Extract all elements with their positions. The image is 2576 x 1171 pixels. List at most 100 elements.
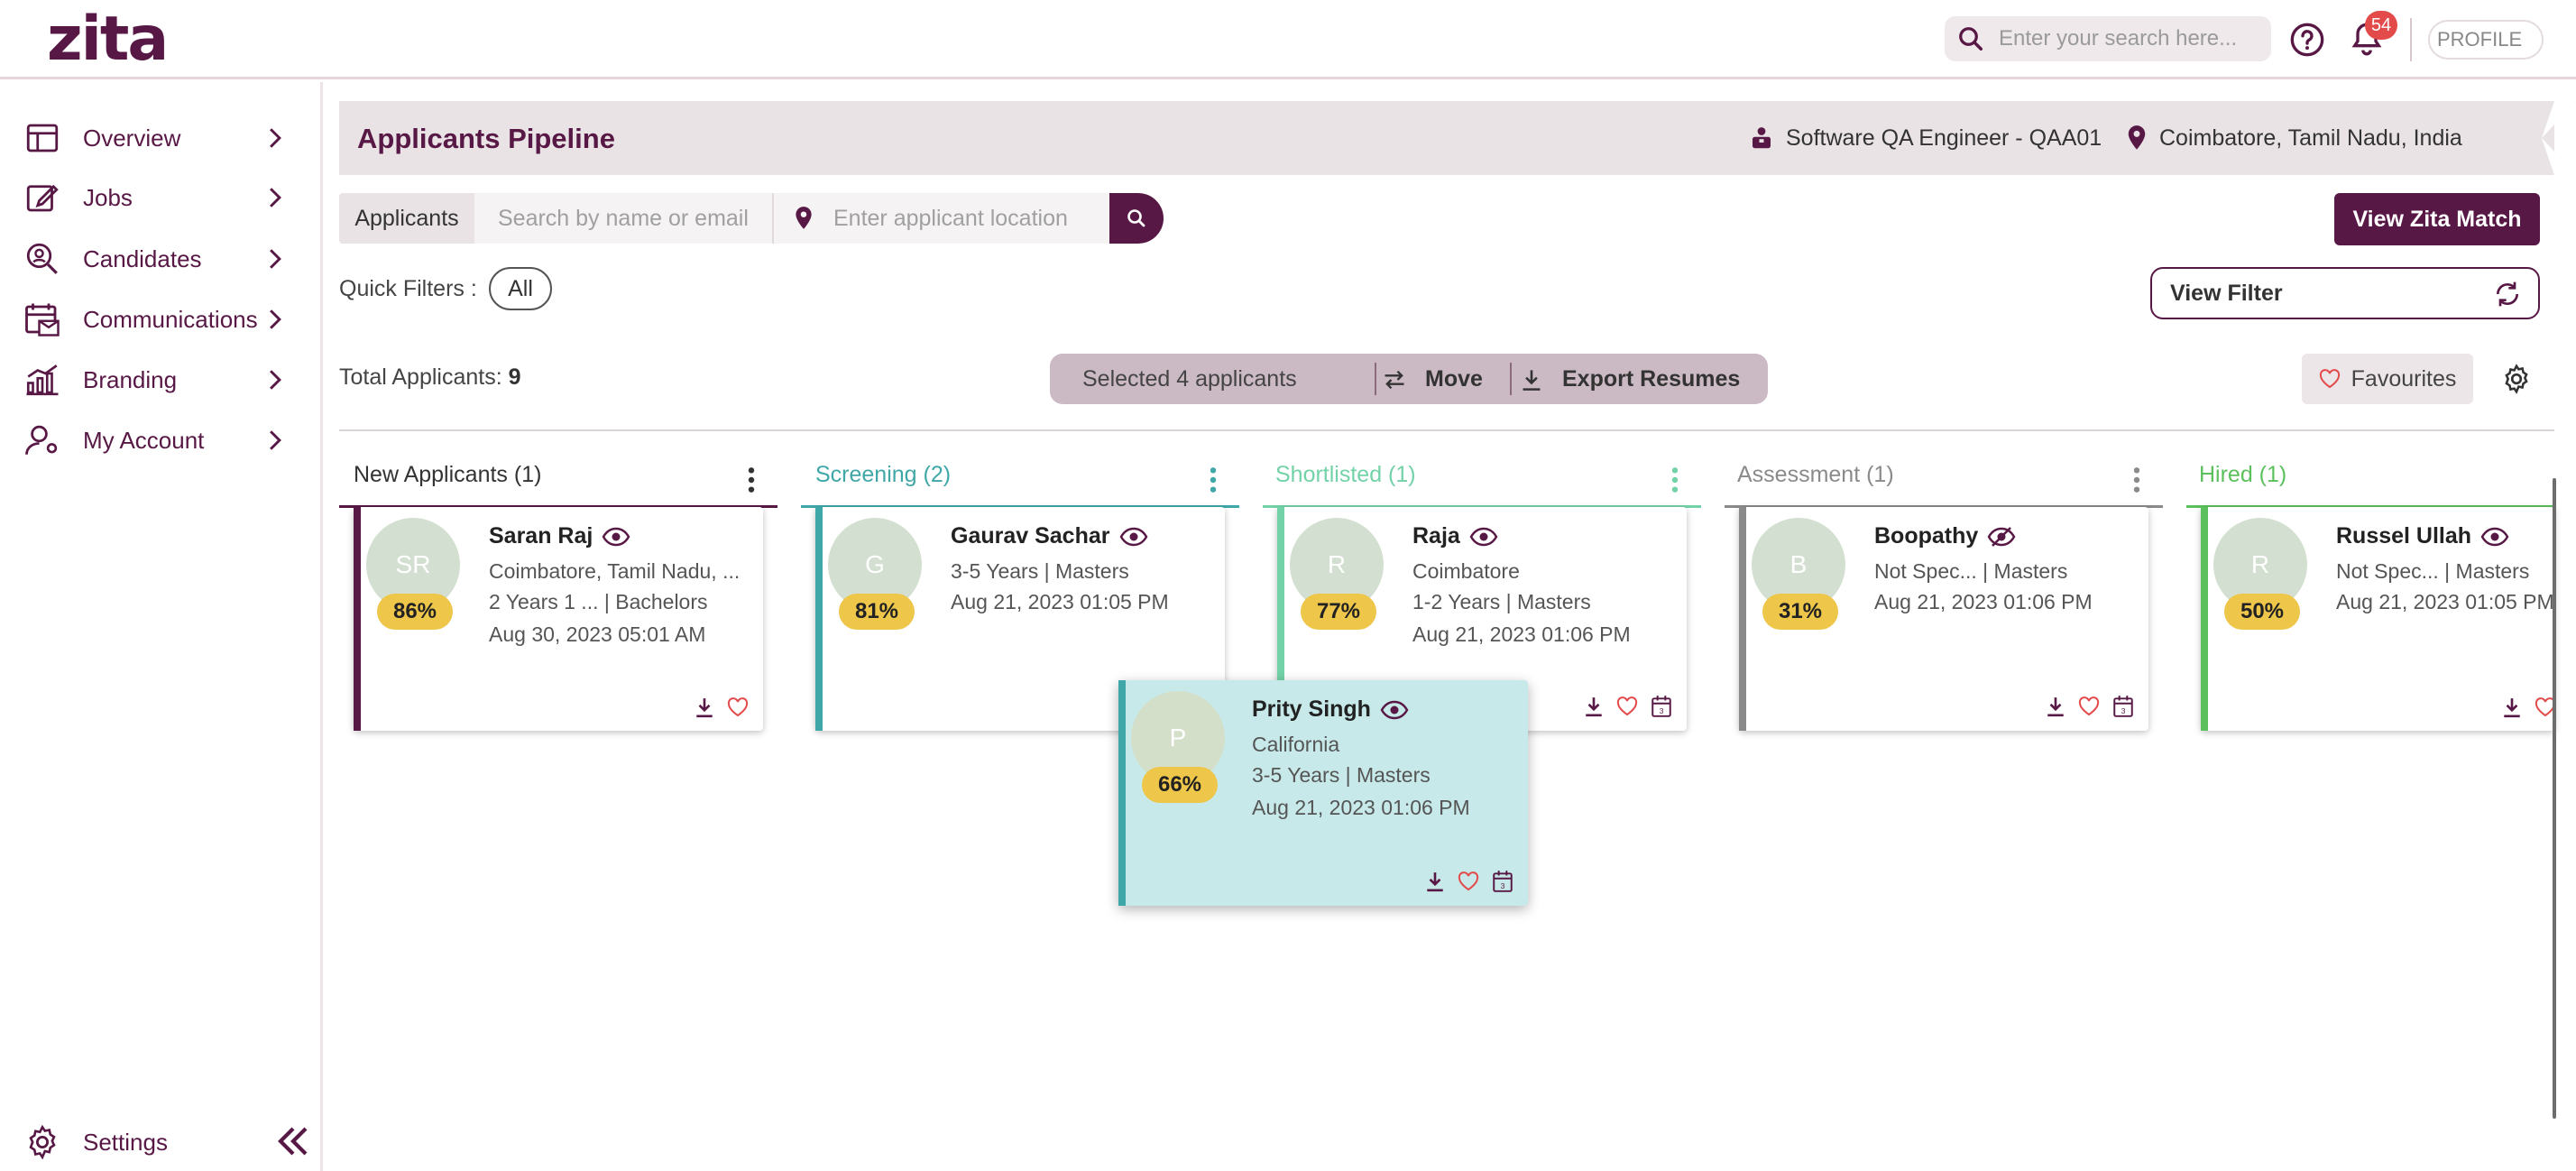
account-icon — [25, 425, 58, 455]
svg-text:3: 3 — [2121, 706, 2126, 715]
heart-icon[interactable] — [727, 697, 749, 717]
sidebar-item-settings[interactable]: Settings — [0, 1115, 307, 1169]
view-zita-match-button[interactable]: View Zita Match — [2334, 193, 2540, 245]
card-status-bar — [2201, 507, 2208, 731]
export-label: Export Resumes — [1562, 366, 1741, 392]
sidebar-item-my-account[interactable]: My Account — [0, 413, 307, 467]
column-header-shortlisted: Shortlisted (1) — [1275, 462, 1416, 487]
candidate-name[interactable]: Boopathy — [1874, 523, 2016, 549]
job-icon — [1753, 127, 1771, 149]
sidebar-item-communications[interactable]: Communications — [0, 292, 307, 346]
sidebar: Overview Jobs Candidates Communications … — [0, 82, 323, 1171]
candidate-date: Aug 21, 2023 01:06 PM — [1412, 622, 1631, 646]
global-search-input[interactable] — [1999, 26, 2260, 51]
profile-avatar[interactable]: PROFILE — [2428, 20, 2544, 60]
download-icon[interactable] — [1584, 696, 1604, 717]
search-submit-button[interactable] — [1109, 193, 1164, 244]
column-menu-kebab-icon[interactable] — [1207, 466, 1219, 494]
candidate-name[interactable]: Gaurav Sachar — [951, 523, 1148, 549]
eye-icon[interactable] — [1469, 527, 1498, 547]
candidate-name-text: Russel Ullah — [2336, 523, 2472, 549]
sidebar-item-jobs[interactable]: Jobs — [0, 171, 307, 225]
applicant-card[interactable]: SR 86% Saran Raj Coimbatore, Tamil Nadu,… — [354, 507, 763, 731]
candidate-name[interactable]: Russel Ullah — [2336, 523, 2509, 549]
calendar-icon[interactable]: 3 — [2112, 695, 2134, 718]
vertical-scrollbar[interactable] — [2553, 478, 2556, 1119]
applicant-card[interactable]: B 31% Boopathy Not Spec... | Masters Aug… — [1739, 507, 2148, 731]
applicant-location-input[interactable] — [833, 205, 1095, 232]
sidebar-item-candidates[interactable]: Candidates — [0, 232, 307, 286]
sidebar-item-branding[interactable]: Branding — [0, 353, 307, 407]
match-percent-badge: 81% — [839, 594, 915, 630]
eye-icon[interactable] — [1380, 700, 1409, 720]
divider-line — [339, 429, 2554, 431]
sidebar-item-overview[interactable]: Overview — [0, 111, 307, 165]
total-applicants: Total Applicants: 9 — [339, 364, 521, 391]
eye-icon[interactable] — [2480, 527, 2509, 547]
header-ribbon-cut — [2533, 101, 2576, 175]
favourites-button[interactable]: Favourites — [2302, 354, 2473, 404]
job-info: Software QA Engineer - QAA01 — [1748, 124, 2102, 152]
collapse-sidebar-icon[interactable] — [274, 1121, 312, 1161]
sidebar-item-label: Overview — [83, 124, 181, 152]
zita-logo[interactable]: zita — [47, 4, 169, 75]
calendar-icon[interactable]: 3 — [1492, 870, 1513, 893]
candidate-name[interactable]: Saran Raj — [489, 523, 630, 549]
calendar-icon[interactable]: 3 — [1651, 695, 1672, 718]
candidate-date: Aug 21, 2023 01:05 PM — [951, 590, 1169, 613]
search-icon — [1959, 27, 1983, 51]
candidate-detail: Coimbatore, Tamil Nadu, ... — [489, 559, 741, 583]
favourites-label: Favourites — [2351, 365, 2457, 392]
applicants-tab[interactable]: Applicants — [339, 193, 474, 244]
location-pin-icon — [2128, 125, 2146, 150]
svg-text:3: 3 — [1660, 706, 1664, 715]
column-header-assessment: Assessment (1) — [1737, 462, 1894, 487]
refresh-icon[interactable] — [2493, 280, 2522, 309]
column-menu-kebab-icon[interactable] — [745, 466, 758, 494]
move-label: Move — [1425, 366, 1483, 392]
candidate-name-text: Prity Singh — [1252, 696, 1371, 722]
pipeline-settings-gear-icon[interactable] — [2500, 363, 2533, 395]
download-icon — [1523, 369, 1541, 391]
export-resumes-button[interactable]: Export Resumes — [1521, 366, 1740, 392]
bulk-action-bar: Selected 4 applicants Move Export Resume… — [1050, 354, 1768, 404]
eye-icon[interactable] — [602, 527, 630, 547]
heart-icon[interactable] — [1458, 871, 1479, 891]
candidate-detail: California — [1252, 733, 1340, 756]
match-percent-badge: 86% — [377, 594, 453, 630]
column-menu-kebab-icon[interactable] — [2130, 466, 2143, 494]
chevron-right-icon — [270, 309, 281, 329]
download-icon[interactable] — [1425, 871, 1445, 892]
download-icon[interactable] — [2046, 696, 2065, 717]
move-button[interactable]: Move — [1382, 366, 1483, 392]
applicant-card[interactable]: R 50% Russel Ullah Not Spec... | Masters… — [2201, 507, 2556, 731]
match-percent-badge: 31% — [1762, 594, 1838, 630]
download-icon[interactable] — [695, 696, 714, 718]
view-filter-button[interactable]: View Filter — [2150, 267, 2540, 319]
eye-off-icon[interactable] — [1987, 526, 2016, 548]
candidate-name[interactable]: Prity Singh — [1252, 696, 1409, 723]
notification-count-badge: 54 — [2365, 11, 2397, 40]
page-title: Applicants Pipeline — [357, 123, 615, 154]
sidebar-item-label: Candidates — [83, 244, 202, 272]
total-applicants-value: 9 — [508, 364, 521, 390]
help-icon[interactable] — [2289, 22, 2325, 58]
selected-count-text: Selected 4 applicants — [1082, 366, 1297, 392]
sidebar-item-label: Communications — [83, 305, 258, 333]
eye-icon[interactable] — [1119, 527, 1148, 547]
match-percent-badge: 50% — [2224, 594, 2300, 630]
quick-filter-all-chip[interactable]: All — [489, 267, 552, 310]
name-email-search-input[interactable] — [474, 193, 772, 244]
candidate-detail: Not Spec... | Masters — [2336, 559, 2530, 583]
location-search-field[interactable] — [774, 193, 1109, 244]
dragging-applicant-card[interactable]: P 66% Prity Singh California 3-5 Years |… — [1118, 680, 1528, 906]
candidate-date: Aug 21, 2023 01:05 PM — [2336, 590, 2554, 613]
column-menu-kebab-icon[interactable] — [1669, 466, 1681, 494]
sidebar-item-label: My Account — [83, 426, 205, 454]
heart-icon[interactable] — [2078, 696, 2100, 716]
download-icon[interactable] — [2502, 696, 2522, 718]
global-search[interactable] — [1945, 16, 2271, 61]
chevron-right-icon — [270, 370, 281, 390]
heart-icon[interactable] — [1616, 696, 1638, 716]
candidate-name[interactable]: Raja — [1412, 523, 1498, 549]
